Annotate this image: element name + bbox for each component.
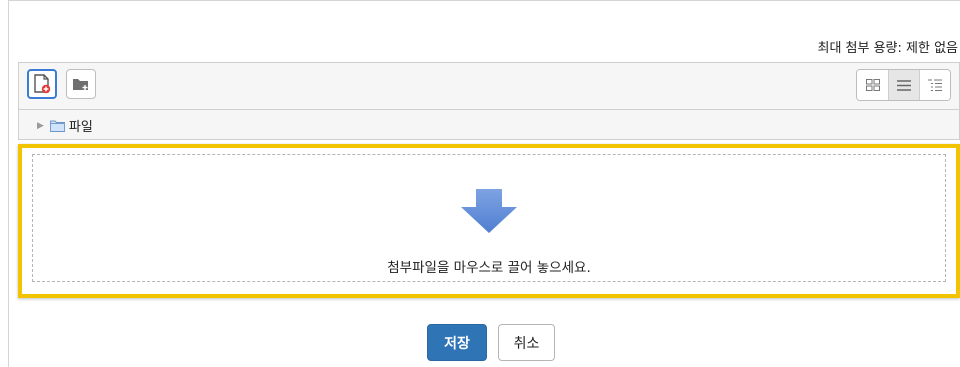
drop-instruction: 첨부파일을 마우스로 끌어 놓으세요. xyxy=(387,260,591,276)
expand-arrow-icon[interactable]: ▶ xyxy=(37,121,44,131)
add-file-button[interactable] xyxy=(27,69,57,99)
tree-view-button[interactable] xyxy=(919,70,950,100)
drop-zone-highlight: 첨부파일을 마우스로 끌어 놓으세요. xyxy=(18,144,960,298)
icons-view-button[interactable] xyxy=(857,70,888,100)
max-upload-size-text: 최대 첨부 용량: 제한 없음 xyxy=(817,41,958,56)
create-folder-button[interactable] xyxy=(66,69,96,99)
cancel-button[interactable]: 취소 xyxy=(498,324,555,361)
view-mode-group xyxy=(856,69,951,101)
save-button[interactable]: 저장 xyxy=(427,324,487,361)
folder-label[interactable]: 파일 xyxy=(69,116,93,135)
down-arrow-icon xyxy=(461,189,517,233)
add-file-icon xyxy=(34,74,51,94)
file-drop-zone[interactable]: 첨부파일을 마우스로 끌어 놓으세요. xyxy=(32,154,946,282)
tree-view-icon xyxy=(928,79,942,91)
folder-icon xyxy=(49,120,65,132)
create-folder-icon xyxy=(73,79,88,90)
list-view-icon xyxy=(897,79,911,91)
file-picker-toolbar xyxy=(19,63,959,110)
file-picker: ▶ 파일 xyxy=(18,62,960,140)
grid-view-icon xyxy=(865,79,880,91)
list-view-button[interactable] xyxy=(888,70,919,100)
folder-path-bar: ▶ 파일 xyxy=(19,110,959,141)
